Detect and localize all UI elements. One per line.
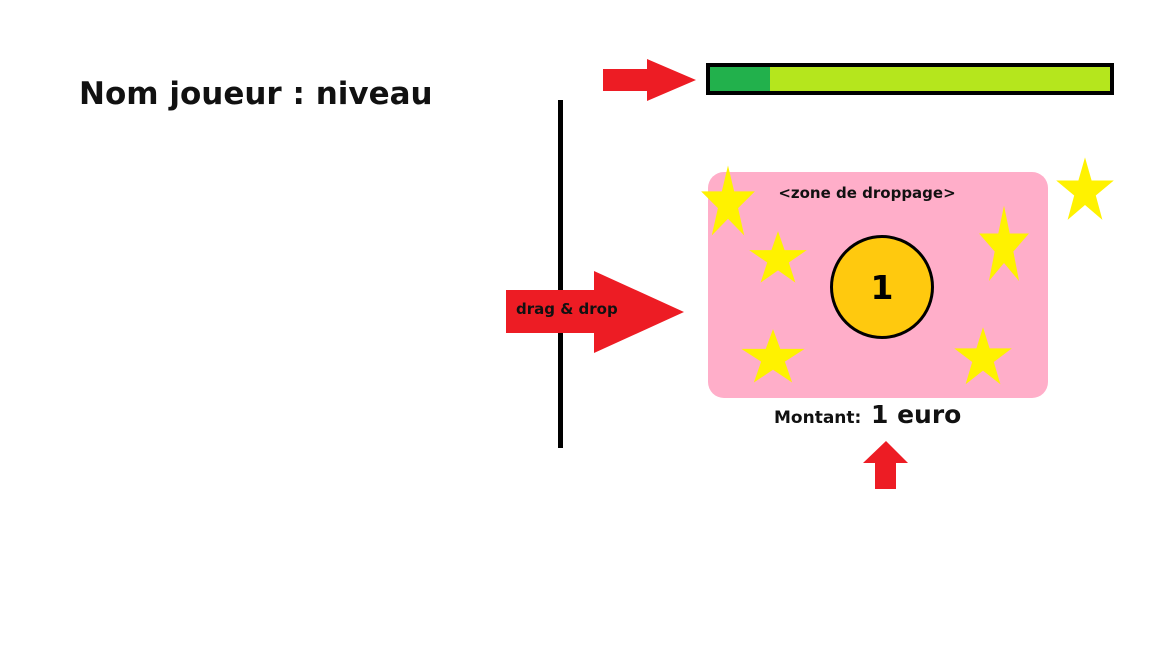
amount-value: 1 euro	[871, 400, 962, 429]
star-icon	[979, 205, 1029, 282]
level-progress-bar	[706, 63, 1114, 95]
coin-value: 1	[870, 267, 894, 307]
star-icon	[749, 231, 807, 283]
star-icon	[701, 165, 755, 236]
coin-token[interactable]: 1	[830, 235, 934, 339]
progress-pointer-arrow-icon	[603, 59, 696, 101]
star-icon	[1056, 157, 1114, 220]
amount-label: Montant:	[774, 408, 862, 428]
star-icon	[741, 329, 805, 383]
amount-pointer-arrow-icon	[863, 441, 908, 489]
player-name-level: Nom joueur : niveau	[79, 76, 433, 112]
drag-drop-label: drag & drop	[516, 300, 618, 318]
drop-zone[interactable]: <zone de droppage> 1	[701, 165, 1048, 398]
level-progress-fill	[710, 67, 770, 91]
star-icon	[954, 327, 1012, 385]
